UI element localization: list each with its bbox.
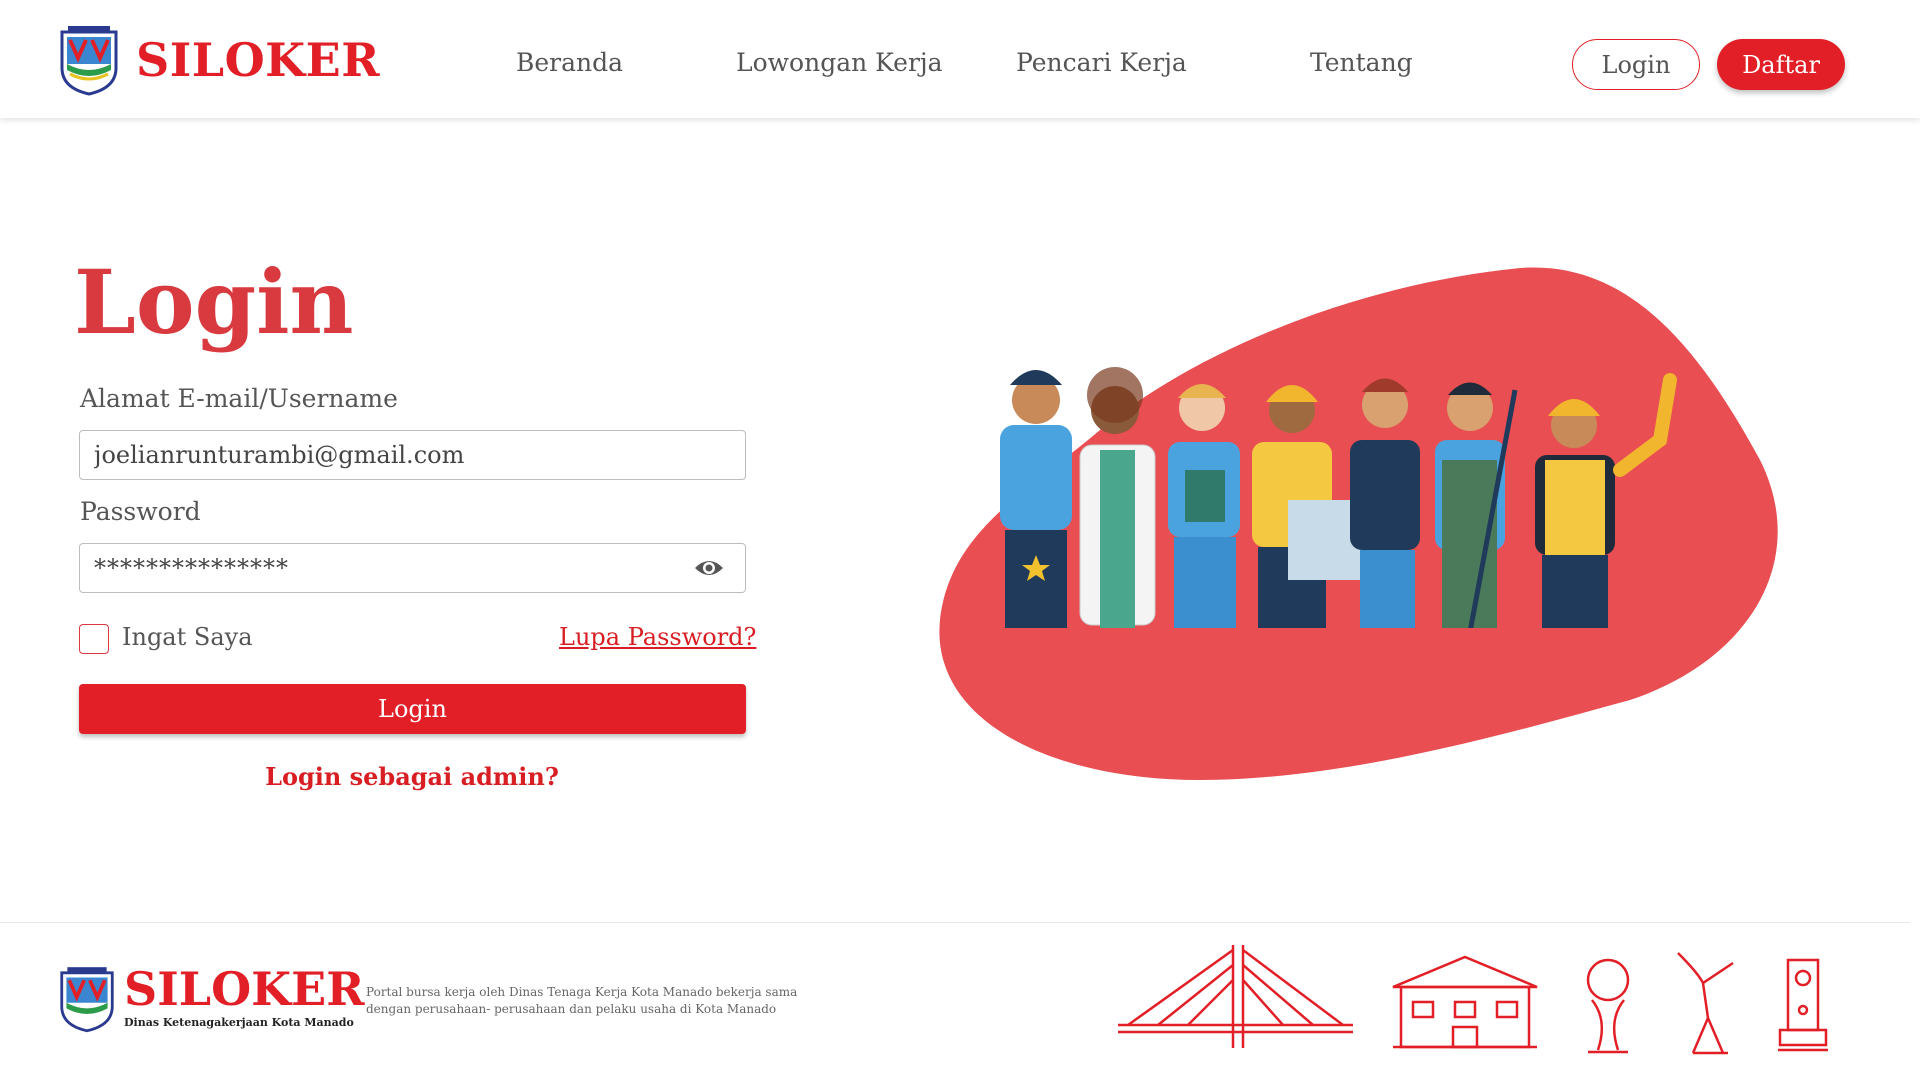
worker-police (1000, 370, 1072, 635)
header-register-button[interactable]: Daftar (1717, 39, 1845, 90)
login-submit-button[interactable]: Login (79, 684, 746, 734)
statue-icon (1677, 952, 1734, 1055)
remember-label: Ingat Saya (122, 623, 253, 651)
building-icon (1392, 955, 1538, 1049)
manado-landmarks (1118, 945, 1828, 1055)
monument-icon (1586, 958, 1630, 1054)
brand-name: SILOKER (136, 33, 380, 87)
footer-brand: SILOKER Dinas Ketenagakerjaan Kota Manad… (58, 964, 364, 1034)
city-crest-icon (60, 967, 114, 1033)
footer-divider (0, 922, 1910, 923)
city-crest-icon (60, 26, 118, 96)
workers-illustration (939, 267, 1778, 780)
email-field[interactable] (79, 430, 746, 480)
remember-checkbox[interactable] (79, 624, 109, 654)
eye-icon[interactable] (694, 556, 724, 580)
bridge-icon (1118, 945, 1353, 1048)
nav-tentang[interactable]: Tentang (1310, 48, 1413, 77)
footer-subtitle: Dinas Ketenagakerjaan Kota Manado (124, 1016, 354, 1029)
forgot-password-link[interactable]: Lupa Password? (559, 623, 756, 651)
nav-beranda[interactable]: Beranda (516, 48, 623, 77)
top-navbar: SILOKER Beranda Lowongan Kerja Pencari K… (0, 0, 1920, 118)
admin-login-link[interactable]: Login sebagai admin? (0, 762, 824, 791)
footer-description: Portal bursa kerja oleh Dinas Tenaga Ker… (366, 985, 798, 1016)
password-label: Password (80, 497, 201, 526)
brand-logo[interactable]: SILOKER (58, 24, 380, 96)
header-login-button[interactable]: Login (1572, 39, 1700, 90)
nav-pencari-kerja[interactable]: Pencari Kerja (1016, 48, 1187, 77)
password-field[interactable] (79, 543, 746, 593)
footer-brand-name: SILOKER (124, 962, 365, 1016)
page-title: Login (74, 250, 354, 354)
tower-icon (1778, 958, 1828, 1052)
email-label: Alamat E-mail/Username (80, 384, 398, 413)
nav-lowongan-kerja[interactable]: Lowongan Kerja (736, 48, 943, 77)
